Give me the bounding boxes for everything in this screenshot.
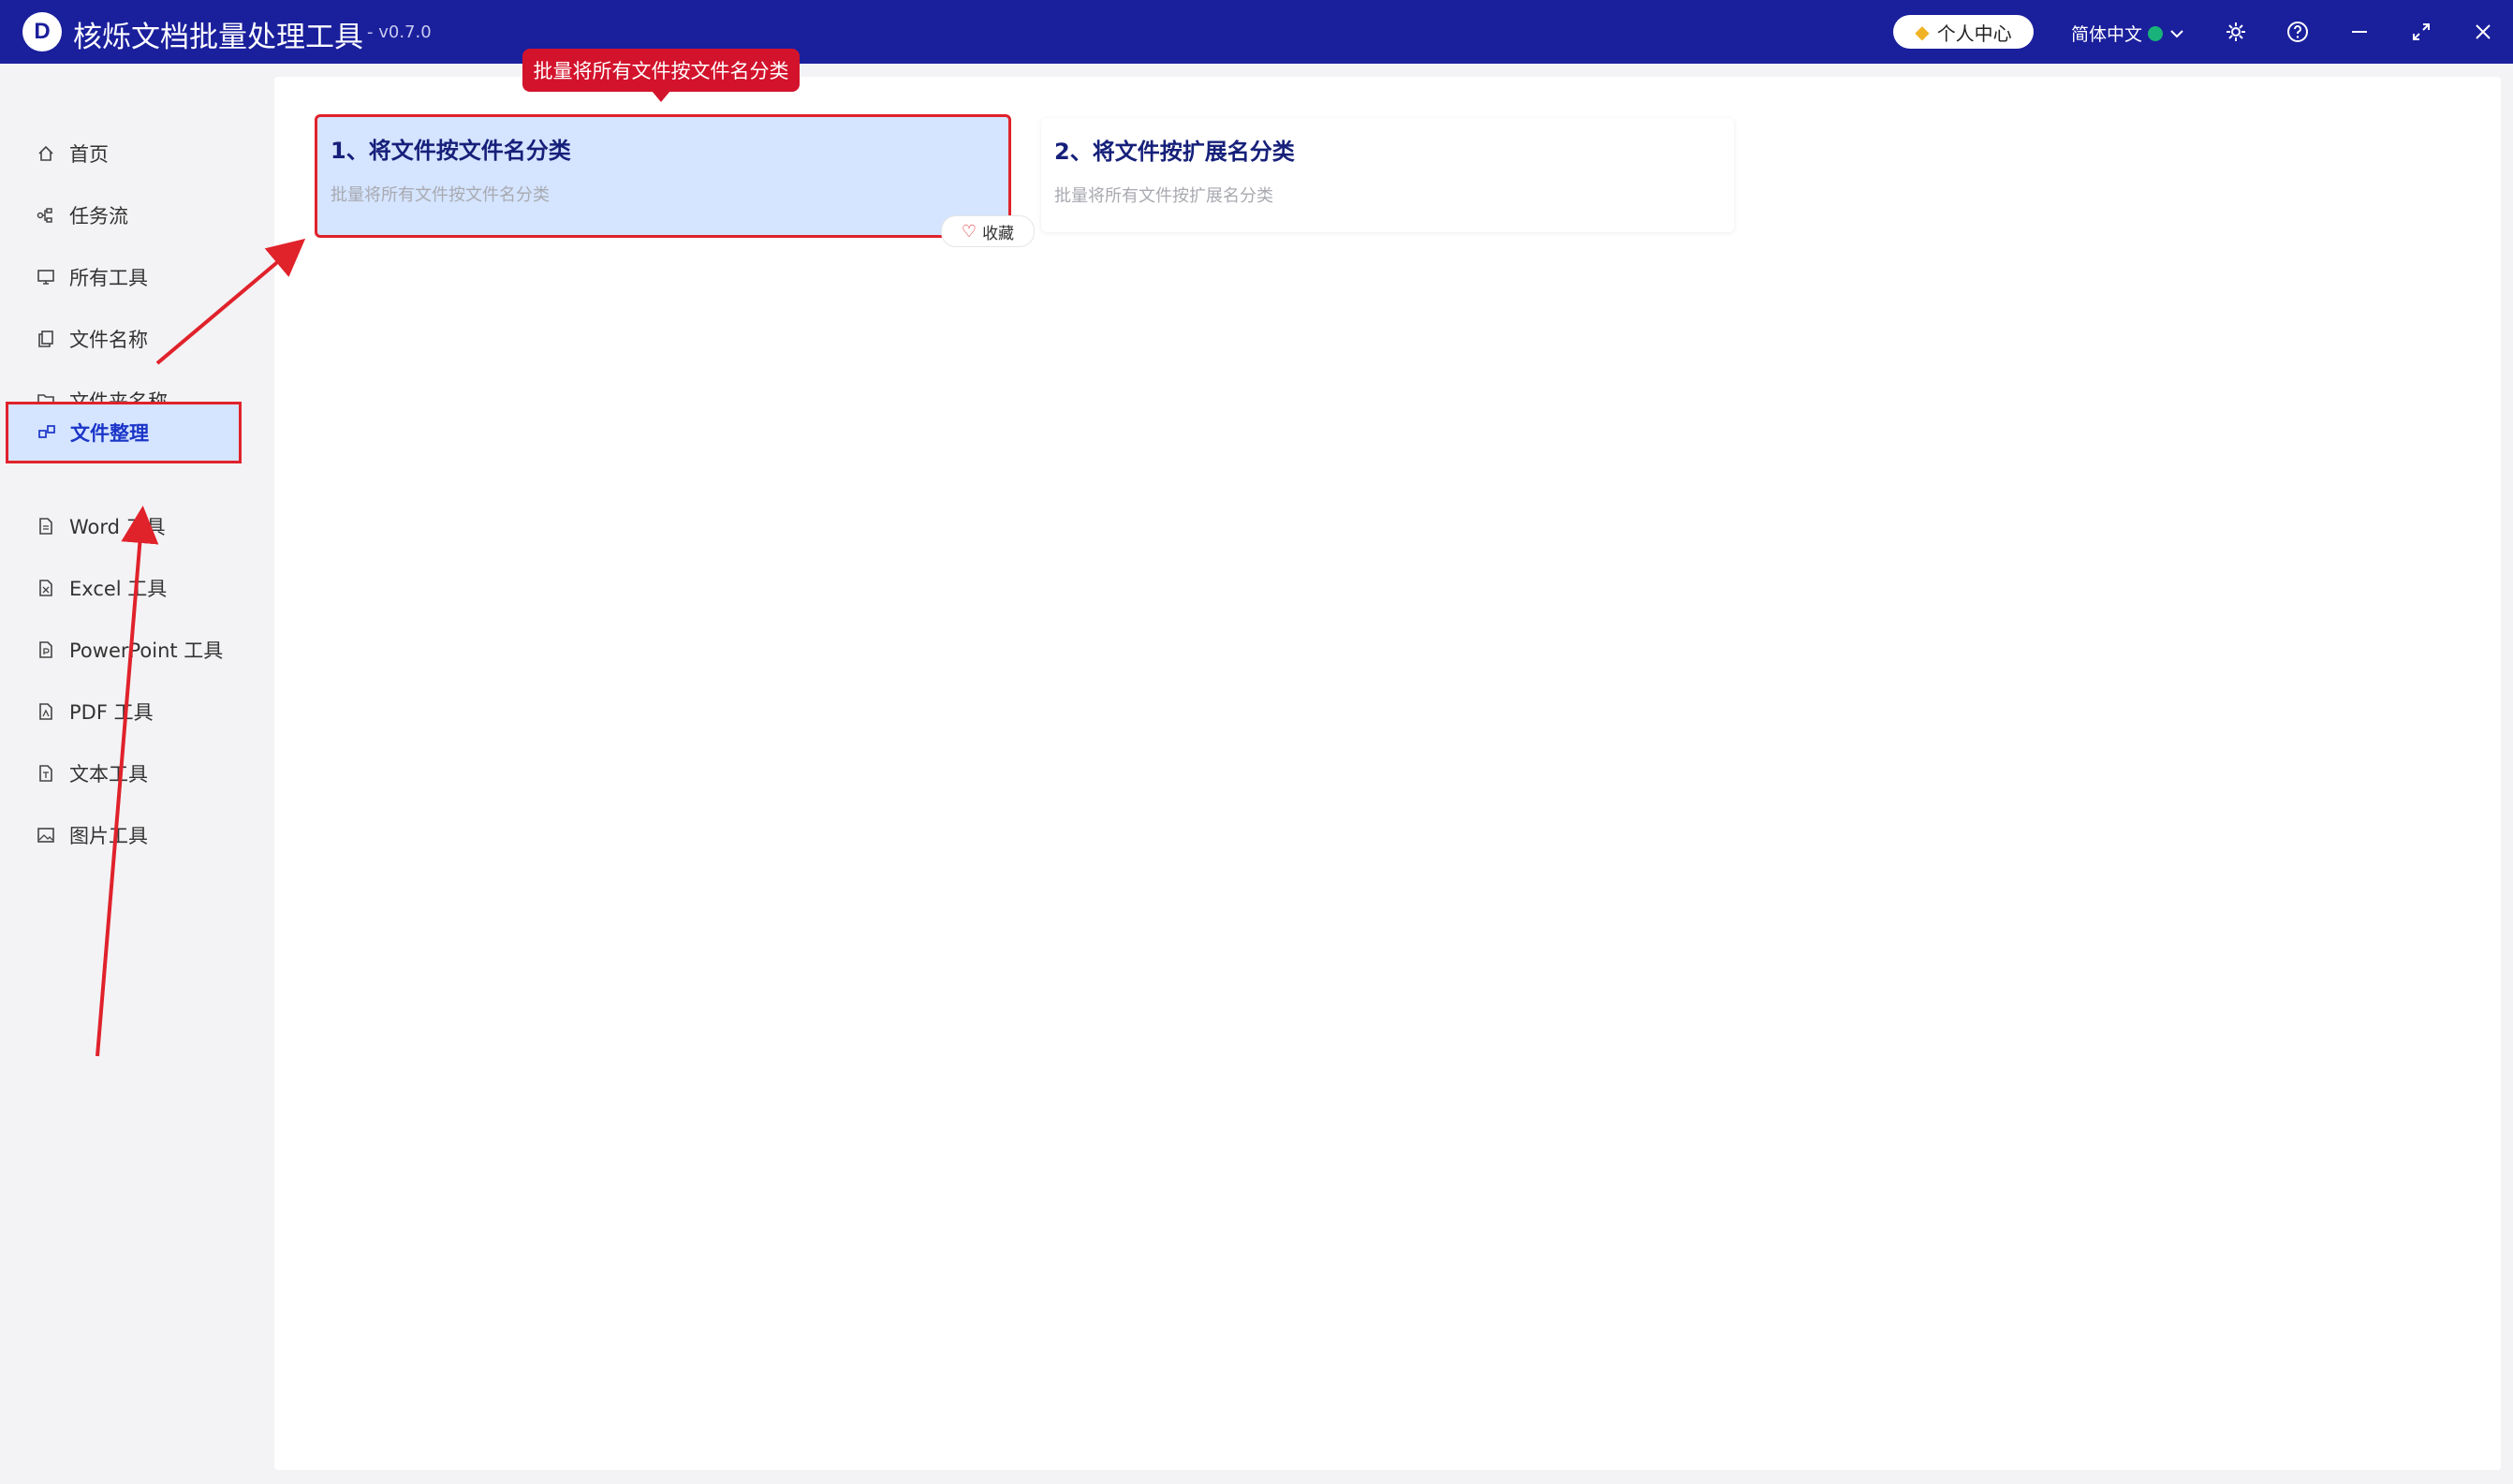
favorite-button[interactable]: ♡ 收藏 [941,215,1035,247]
maximize-icon[interactable] [2404,15,2438,49]
favorite-label: 收藏 [982,224,1015,243]
sidebar-item-text-tools[interactable]: 文本工具 [7,744,240,802]
language-selector[interactable]: 简体中文 [2071,21,2185,46]
user-center-button[interactable]: ◆ 个人中心 [1893,15,2034,49]
sidebar-item-label: PDF 工具 [69,701,154,724]
sidebar-item-file-name[interactable]: 文件名称 [7,310,240,368]
sidebar-item-home[interactable]: 首页 [7,125,240,183]
sidebar-item-image-tools[interactable]: 图片工具 [7,806,240,864]
sidebar-item-pdf-tools[interactable]: PDF 工具 [7,683,240,741]
app-version: - v0.7.0 [367,22,432,42]
monitor-icon [36,267,56,287]
sidebar-item-label: 任务流 [69,205,128,228]
close-icon[interactable] [2466,15,2500,49]
heart-icon: ♡ [961,221,977,242]
tooltip: 批量将所有文件按文件名分类 [522,49,800,92]
sidebar-item-word-tools[interactable]: Word 工具 [7,497,240,555]
user-center-label: 个人中心 [1936,22,2012,45]
help-icon[interactable] [2281,15,2315,49]
tooltip-arrow [652,91,670,102]
main-content [274,77,2501,1470]
workflow-icon [36,205,56,226]
sidebar-item-label: 图片工具 [69,825,148,847]
sidebar-item-label: Excel 工具 [69,578,168,600]
card-description: 批量将所有文件按扩展名分类 [1054,186,1273,206]
sidebar-item-label: 首页 [69,143,109,166]
app-title: 核烁文档批量处理工具 [73,21,363,54]
card-title: 1、将文件按文件名分类 [331,138,571,164]
language-label: 简体中文 [2071,24,2143,45]
sidebar-item-powerpoint-tools[interactable]: PowerPoint 工具 [7,621,240,679]
image-icon [36,825,56,845]
sidebar-item-label: Word 工具 [69,516,166,538]
card-title: 2、将文件按扩展名分类 [1054,139,1295,165]
document-icon [36,516,56,536]
document-icon [36,701,56,722]
chevron-down-icon [2170,29,2183,37]
sidebar-item-label: 文本工具 [69,763,148,786]
sidebar: 首页 任务流 所有工具 文件名称 文件夹名称 文件整理 Word 工具 Exce… [0,64,262,1484]
copy-icon [36,329,56,349]
gear-icon[interactable] [2219,15,2253,49]
sidebar-item-label: 文件名称 [69,329,148,351]
organize-icon [37,422,57,443]
sidebar-item-excel-tools[interactable]: Excel 工具 [7,559,240,617]
sidebar-item-file-organize[interactable]: 文件整理 [6,402,242,463]
sidebar-item-workflow[interactable]: 任务流 [7,186,240,244]
sidebar-item-label: PowerPoint 工具 [69,639,224,662]
tool-card-classify-by-filename[interactable]: 1、将文件按文件名分类 批量将所有文件按文件名分类 [315,114,1011,238]
tool-card-classify-by-extension[interactable]: 2、将文件按扩展名分类 批量将所有文件按扩展名分类 [1041,118,1734,232]
diamond-icon: ◆ [1915,21,1930,43]
sidebar-item-label: 所有工具 [69,267,148,289]
document-icon [36,639,56,660]
app-logo: D [22,12,62,51]
sidebar-item-all-tools[interactable]: 所有工具 [7,248,240,306]
app-logo-letter: D [34,19,51,44]
title-bar: D 核烁文档批量处理工具 - v0.7.0 ◆ 个人中心 简体中文 [0,0,2513,64]
globe-icon [2148,25,2164,41]
document-icon [36,763,56,784]
home-icon [36,143,56,164]
minimize-icon[interactable] [2343,15,2376,49]
sidebar-item-label: 文件整理 [70,422,149,445]
card-description: 批量将所有文件按文件名分类 [331,185,550,205]
document-icon [36,578,56,598]
